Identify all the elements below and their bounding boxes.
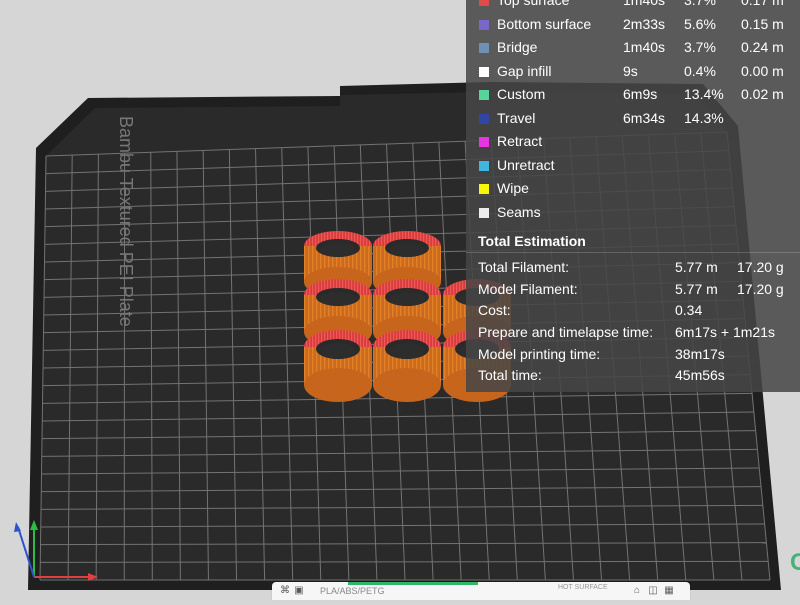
plate-label: Bambu Textured PEI Plate — [116, 116, 136, 327]
legend-label: Wipe — [497, 177, 529, 201]
legend-percent: 3.7% — [684, 0, 716, 13]
legend-color-swatch — [479, 208, 489, 218]
legend-label: Retract — [497, 130, 542, 154]
legend-time: 9s — [623, 60, 638, 84]
legend-row: Top surface 1m40s 3.7% 0.17 m — [466, 0, 800, 13]
legend-color-swatch — [479, 43, 489, 53]
legend-length: 0.00 m — [741, 60, 784, 84]
estimation-weight: 17.20 g — [737, 257, 784, 279]
estimation-value: 5.77 m — [675, 279, 718, 301]
ring-object-7[interactable] — [373, 330, 441, 402]
legend-time: 6m9s — [623, 83, 657, 107]
estimation-row: Model printing time: 38m17s — [478, 344, 800, 366]
legend-color-swatch — [479, 184, 489, 194]
right-edge-indicator: C — [790, 551, 800, 575]
plate-label-group: Bambu Textured PEI Plate — [116, 116, 136, 327]
legend-label: Bottom surface — [497, 13, 591, 37]
viewport[interactable]: Bambu Textured PEI Plate — [0, 0, 800, 600]
legend-percent: 3.7% — [684, 36, 716, 60]
legend-time: 1m40s — [623, 36, 665, 60]
estimation-label: Model printing time: — [478, 344, 600, 366]
legend-color-swatch — [479, 67, 489, 77]
home-icon[interactable]: ⌂ — [632, 586, 642, 596]
legend-percent: 13.4% — [684, 83, 724, 107]
legend-color-swatch — [479, 137, 489, 147]
select-icon[interactable]: ▣ — [294, 586, 304, 596]
estimation-value: 6m17s + 1m21s — [675, 322, 775, 344]
legend-length: 0.15 m — [741, 13, 784, 37]
legend-label: Bridge — [497, 36, 537, 60]
legend-time: 1m40s — [623, 0, 665, 13]
legend-color-swatch — [479, 20, 489, 30]
legend-label: Top surface — [497, 0, 569, 13]
estimation-row: Total Filament: 5.77 m 17.20 g — [478, 257, 800, 279]
legend-row: Bottom surface 2m33s 5.6% 0.15 m — [466, 13, 800, 37]
surface-label: HOT SURFACE — [558, 584, 608, 591]
estimation-value: 5.77 m — [675, 257, 718, 279]
view-icon[interactable]: ◫ — [648, 586, 658, 596]
legend-row: Seams — [466, 201, 800, 225]
material-label: PLA/ABS/PETG — [320, 586, 385, 596]
legend-row: Custom 6m9s 13.4% 0.02 m — [466, 83, 800, 107]
legend-percent: 5.6% — [684, 13, 716, 37]
legend-percent: 14.3% — [684, 107, 724, 131]
total-estimation-title: Total Estimation — [478, 233, 586, 249]
options-icon[interactable]: ▦ — [664, 586, 674, 596]
legend-label: Unretract — [497, 154, 555, 178]
legend-label: Seams — [497, 201, 541, 225]
estimation-value: 45m56s — [675, 365, 725, 387]
legend-color-swatch — [479, 161, 489, 171]
legend-row: Bridge 1m40s 3.7% 0.24 m — [466, 36, 800, 60]
legend-percent: 0.4% — [684, 60, 716, 84]
legend-row: Retract — [466, 130, 800, 154]
bottom-toolbar: ⌘ ▣ PLA/ABS/PETG HOT SURFACE ⌂ ◫ ▦ — [272, 582, 690, 600]
legend-row: Wipe — [466, 177, 800, 201]
legend-time: 6m34s — [623, 107, 665, 131]
legend-color-swatch — [479, 114, 489, 124]
estimation-value: 0.34 — [675, 300, 702, 322]
estimation-row: Model Filament: 5.77 m 17.20 g — [478, 279, 800, 301]
z-axis-arrow-icon — [14, 522, 21, 532]
estimation-row: Prepare and timelapse time: 6m17s + 1m21s — [478, 322, 800, 344]
legend-row: Travel 6m34s 14.3% — [466, 107, 800, 131]
estimation-row: Total time: 45m56s — [478, 365, 800, 387]
legend-length: 0.24 m — [741, 36, 784, 60]
estimation-row: Cost: 0.34 — [478, 300, 800, 322]
legend-row: Gap infill 9s 0.4% 0.00 m — [466, 60, 800, 84]
legend-time: 2m33s — [623, 13, 665, 37]
legend-color-swatch — [479, 90, 489, 100]
grid-icon[interactable]: ⌘ — [280, 586, 290, 596]
feature-legend: Top surface1m40s3.7%0.17 mBottom surface… — [466, 0, 800, 224]
ring-object-6[interactable] — [304, 330, 372, 402]
estimation-label: Cost: — [478, 300, 511, 322]
legend-length: 0.02 m — [741, 83, 784, 107]
total-estimation-divider — [466, 252, 800, 253]
estimation-label: Model Filament: — [478, 279, 578, 301]
legend-label: Gap infill — [497, 60, 551, 84]
legend-color-swatch — [479, 0, 489, 6]
legend-label: Travel — [497, 107, 535, 131]
legend-panel: Top surface1m40s3.7%0.17 mBottom surface… — [466, 0, 800, 392]
estimation-label: Total time: — [478, 365, 542, 387]
estimation-label: Total Filament: — [478, 257, 569, 279]
legend-label: Custom — [497, 83, 545, 107]
estimation-weight: 17.20 g — [737, 279, 784, 301]
toolbar-accent — [348, 582, 478, 585]
legend-length: 0.17 m — [741, 0, 784, 13]
estimation-label: Prepare and timelapse time: — [478, 322, 653, 344]
total-estimation-table: Total Filament:5.77 m17.20 gModel Filame… — [478, 257, 800, 387]
estimation-value: 38m17s — [675, 344, 725, 366]
legend-row: Unretract — [466, 154, 800, 178]
